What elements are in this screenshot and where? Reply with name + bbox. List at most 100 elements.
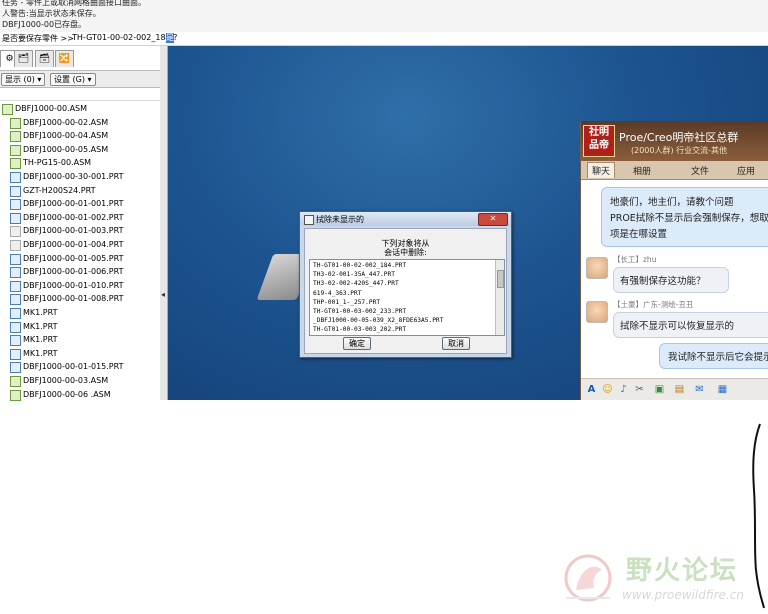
model-tree-panel: ⚙ 🗂 🗃 🔀 显示 (0) ▾ 设置 (G) ▾ DBFJ1000-00.AS… xyxy=(0,46,161,401)
list-item[interactable]: TH-GT01-00-03-003_202.PRT xyxy=(313,325,406,334)
dialog-title: 拭除未显示的 xyxy=(316,215,364,224)
window-icon xyxy=(304,215,314,225)
part-icon xyxy=(10,240,21,251)
show-menu-button[interactable]: 显示 (0) ▾ xyxy=(1,73,46,86)
watermark-text: 野火论坛 xyxy=(626,556,739,586)
dialog-message: 会话中删除: xyxy=(384,248,427,257)
tree-item-label: MK1.PRT xyxy=(23,321,58,331)
tree-item-label: DBFJ1000-00-30-001.PRT xyxy=(23,172,124,181)
tab-chat[interactable]: 聊天 xyxy=(587,162,616,178)
tree-item-label: DBFJ1000-00-01-005.PRT xyxy=(23,253,124,263)
tab-favorites[interactable]: 🗃 xyxy=(35,50,54,67)
tree-item-label: DBFJ1000-00-01-003.PRT xyxy=(23,226,124,236)
prompt-text: 是否要保存零件 >> xyxy=(2,34,74,43)
tab-apps[interactable]: 应用 xyxy=(737,164,755,177)
chat-message: 地豪们，地主们，请教个问题 PROE拭除不显示后会强制保存，想取 项是在哪设置 xyxy=(601,187,768,247)
tree-item-label: DBFJ1000-00-02.ASM xyxy=(23,117,109,127)
part-icon xyxy=(10,172,21,183)
part-icon xyxy=(10,280,21,292)
message-line: DBFJ1000-00已存盘。 xyxy=(2,20,87,29)
tab-album[interactable]: 相册 xyxy=(633,164,651,177)
group-subtitle: (2000人群) 行业交流-其他 xyxy=(631,146,728,155)
part-icon xyxy=(10,199,21,211)
screenshot-icon[interactable]: ✂ xyxy=(634,384,645,395)
chat-message: 拭除不显示可以恢复显示的 xyxy=(613,312,768,338)
chat-message: 有强制保存这功能？ xyxy=(613,267,729,293)
tree-item-label: DBFJ1000-00-01-008.PRT xyxy=(23,294,124,304)
image-icon[interactable]: ▣ xyxy=(654,384,665,395)
settings-menu-button[interactable]: 设置 (G) ▾ xyxy=(50,73,96,86)
cancel-button[interactable]: 取消 xyxy=(442,337,470,350)
group-logo: 社明 品帝 xyxy=(583,125,615,157)
mail-icon[interactable]: ✉ xyxy=(694,384,705,395)
list-item[interactable]: TH3-02-001-35A_447.PRT xyxy=(313,270,395,279)
collapse-arrow-icon[interactable]: ◂ xyxy=(161,290,165,299)
avatar[interactable] xyxy=(586,257,608,279)
tree-item-label: MK1.PRT xyxy=(23,308,58,317)
tree-item-label: TH-PG15-00.ASM xyxy=(23,158,92,168)
tree-item-label: DBFJ1000-00-01-006.PRT xyxy=(23,267,124,277)
tab-files[interactable]: 文件 xyxy=(691,164,709,177)
hand-drawn-line xyxy=(752,423,765,609)
dialog-titlebar[interactable]: 拭除未显示的 ✕ xyxy=(300,212,511,226)
tree-item-label: DBFJ1000-00.ASM xyxy=(15,104,88,113)
chat-message: 我试除不显示后它会提示 xyxy=(659,343,768,369)
chat-tabs: 聊天 相册 文件 应用 xyxy=(581,161,768,180)
part-icon xyxy=(10,267,21,279)
assembly-icon xyxy=(2,104,13,115)
list-item[interactable]: _DBFJ1000-00-05-039_X2_8FDE63A5.PRT xyxy=(313,316,443,325)
tree-item-label: GZT-H200S24.PRT xyxy=(23,185,96,195)
sender-name: 【长工】zhu xyxy=(613,255,657,264)
chat-window: 社明 品帝 Proe/Creo明帝社区总群 (2000人群) 行业交流-其他 聊天… xyxy=(580,121,768,400)
part-icon xyxy=(10,362,21,374)
tab-connections[interactable]: 🔀 xyxy=(55,50,74,67)
tree-item-label: DBFJ1000-00-03.ASM xyxy=(23,376,109,385)
part-icon xyxy=(10,335,21,347)
tree-item-label: DBFJ1000-00-01-004.PRT xyxy=(23,240,124,249)
list-item[interactable]: 619-4_363.PRT xyxy=(313,289,361,298)
tree-item-label: DBFJ1000-00-04.ASM xyxy=(23,131,109,141)
tab-folder-browser[interactable]: 🗂 xyxy=(14,50,33,67)
part-icon xyxy=(10,185,21,197)
part-icon xyxy=(10,348,21,360)
panel-splitter[interactable]: ◂ xyxy=(160,46,168,400)
wildfire-logo-icon xyxy=(564,554,612,602)
assembly-icon xyxy=(10,376,21,387)
close-button[interactable]: ✕ xyxy=(478,213,508,226)
doc-icon[interactable]: ▤ xyxy=(674,384,685,395)
dialog-body: 下列对象将从 会话中删除: TH-GT01-00-02-002_184.PRT T… xyxy=(304,228,507,354)
part-icon xyxy=(10,212,21,224)
chat-input-toolbar: A ☺ ♪ ✂ ▣ ▤ ✉ ▦ xyxy=(581,378,768,400)
prompt-input[interactable]: 是 xyxy=(166,33,174,43)
assembly-icon xyxy=(10,158,21,170)
list-item[interactable]: TH-GT01-00-02-002_184.PRT xyxy=(313,261,406,270)
font-icon[interactable]: A xyxy=(586,384,597,395)
part-icon xyxy=(10,226,21,238)
assembly-icon xyxy=(10,389,21,401)
tree-item-label: DBFJ1000-00-01-015.PRT xyxy=(23,362,124,372)
message-line: 人警告:当显示状态未保存。 xyxy=(2,9,101,18)
part-icon xyxy=(10,308,21,319)
message-line: 任务 - 零件上或取消网格曲面接口曲面。 xyxy=(2,0,146,7)
watermark-url: www.proewildfire.cn xyxy=(622,588,744,602)
tree-item-label: DBFJ1000-00-01-002.PRT xyxy=(23,212,124,222)
prompt-bar: 是否要保存零件 >> TH-GT01-00-02-002_184 ? 是 xyxy=(0,32,768,46)
group-name: Proe/Creo明帝社区总群 xyxy=(619,131,739,144)
tree-item-label: DBFJ1000-00-01-001.PRT xyxy=(23,199,124,209)
music-icon[interactable]: ♪ xyxy=(618,384,629,395)
object-list[interactable]: TH-GT01-00-02-002_184.PRT TH3-02-001-35A_… xyxy=(309,259,505,336)
assembly-icon xyxy=(10,131,21,143)
tree-item-label: DBFJ1000-00-06 .ASM xyxy=(23,389,111,399)
part-icon xyxy=(10,321,21,333)
list-item[interactable]: THP-001_1-_257.PRT xyxy=(313,298,380,307)
scrollbar-thumb[interactable] xyxy=(497,270,504,288)
assembly-icon xyxy=(10,144,21,156)
apps-icon[interactable]: ▦ xyxy=(717,384,728,395)
chat-header: 社明 品帝 Proe/Creo明帝社区总群 (2000人群) 行业交流-其他 xyxy=(581,121,768,161)
emoji-icon[interactable]: ☺ xyxy=(602,384,613,395)
ok-button[interactable]: 确定 xyxy=(343,337,371,350)
list-item[interactable]: TH-GT01-00-03-002_233.PRT xyxy=(313,307,406,316)
list-scrollbar[interactable] xyxy=(495,260,504,335)
avatar[interactable] xyxy=(586,301,608,323)
list-item[interactable]: TH3-02-002-420S_447.PRT xyxy=(313,279,399,288)
